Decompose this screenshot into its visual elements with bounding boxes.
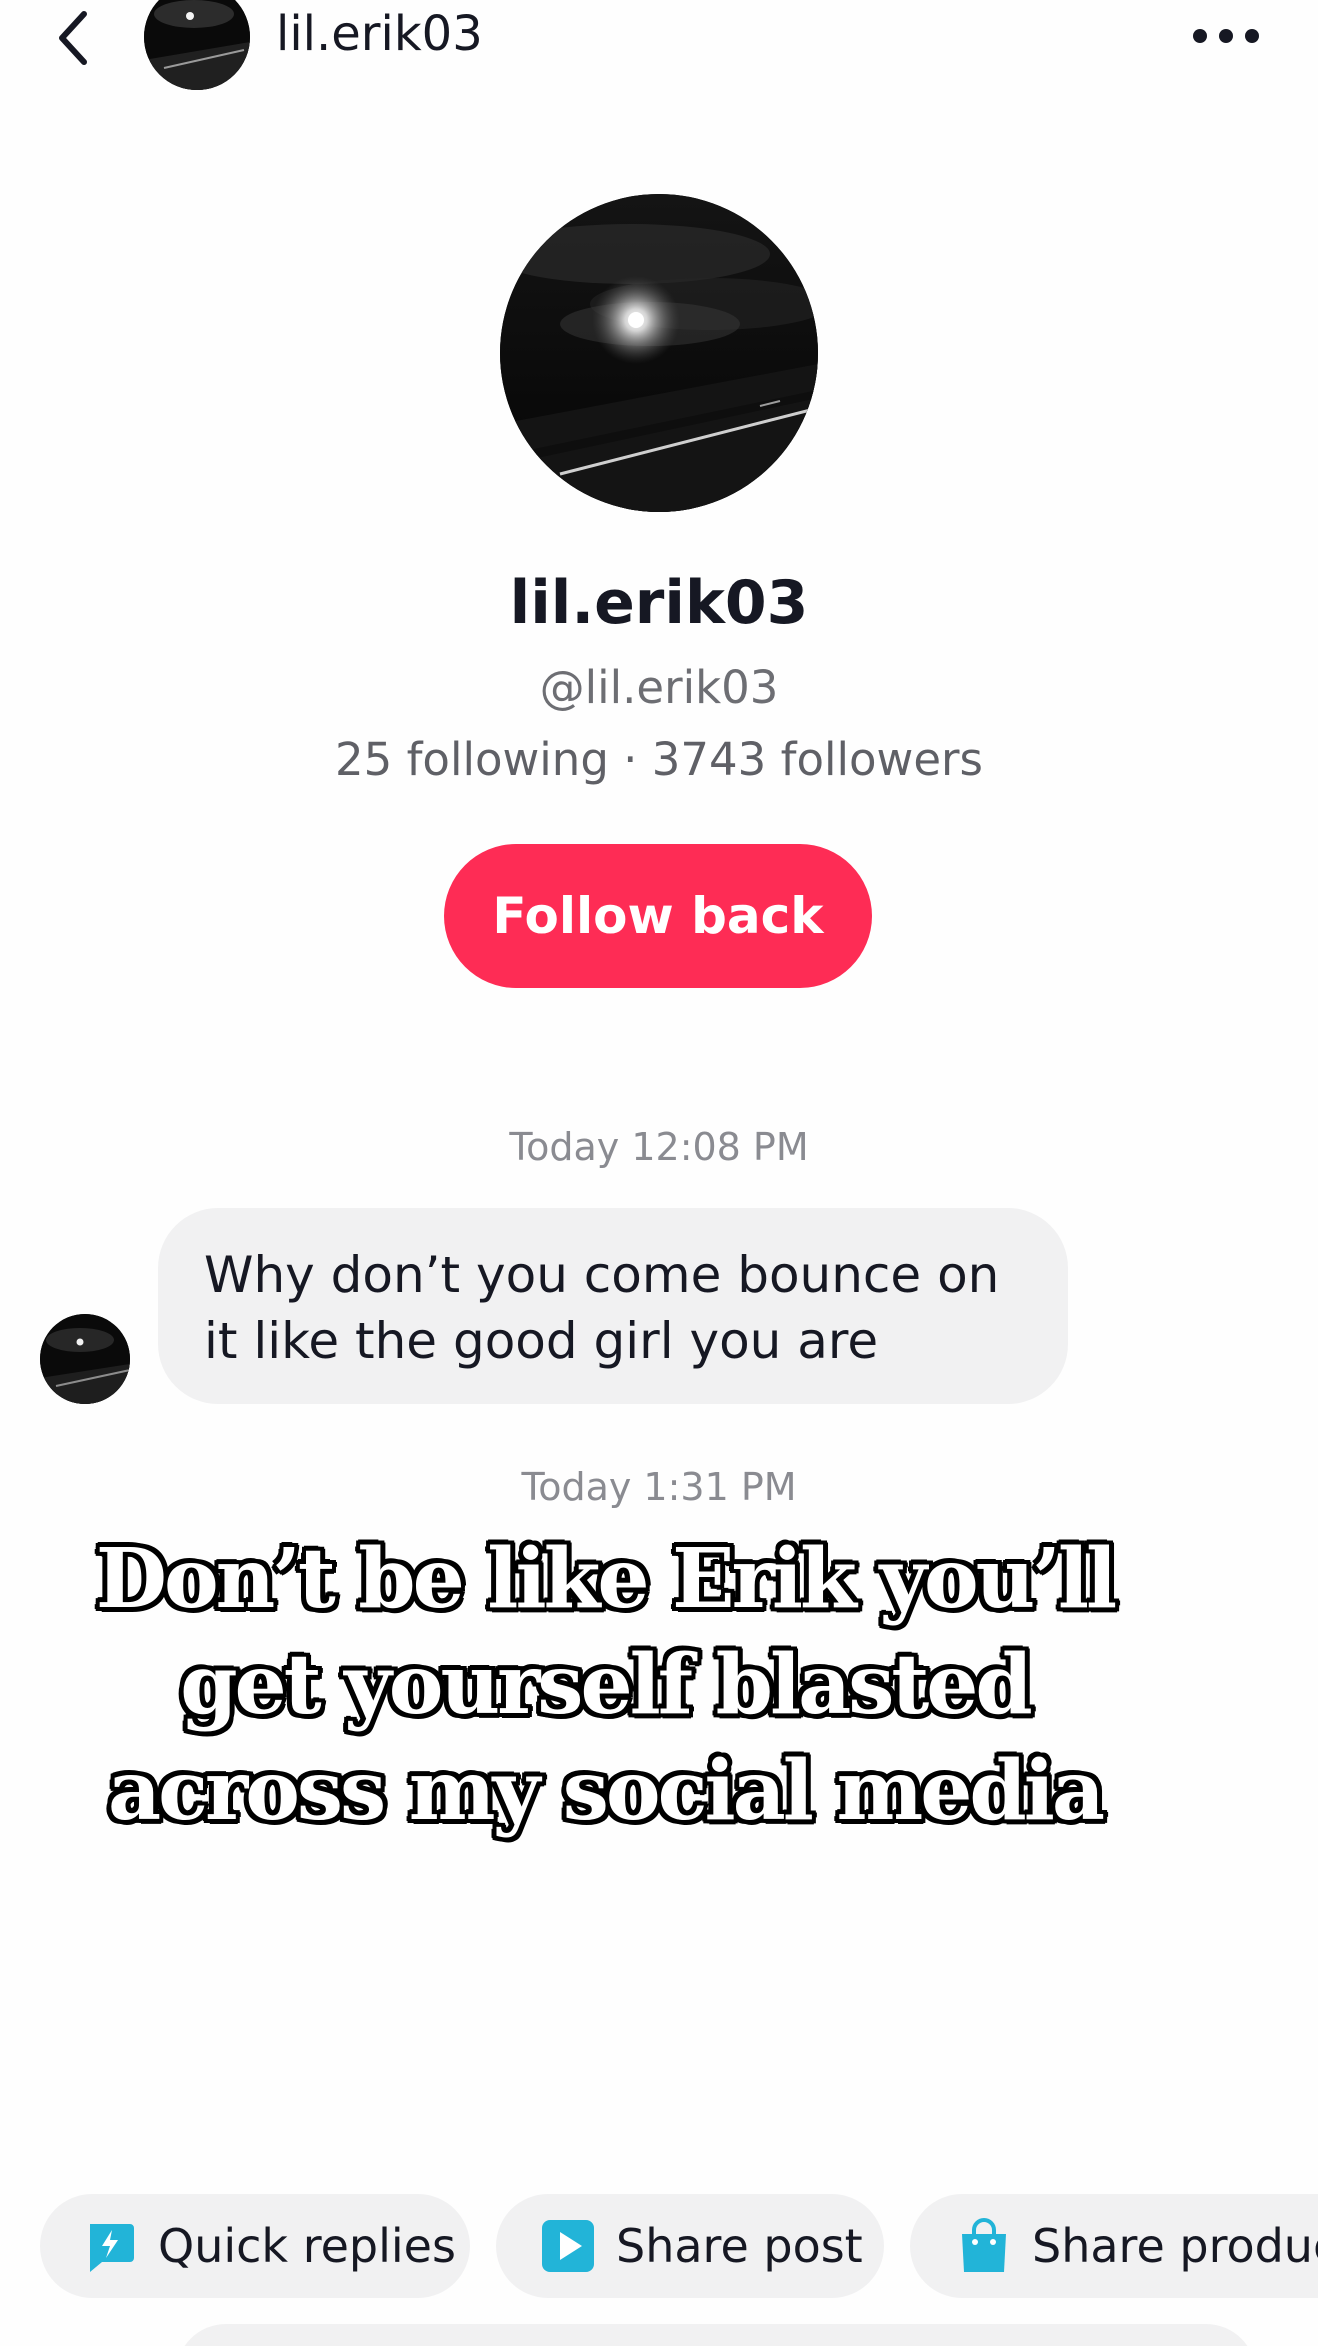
play-square-icon <box>542 2220 594 2272</box>
chat-header: lil.erik03 <box>0 0 1318 90</box>
share-post-chip[interactable]: Share post <box>496 2194 884 2298</box>
profile-handle: @lil.erik03 <box>539 661 779 714</box>
profile-avatar[interactable] <box>500 194 818 512</box>
message-input-bar[interactable] <box>176 2324 1256 2346</box>
profile-display-name: lil.erik03 <box>509 568 809 638</box>
overlay-caption: Don’t be like Erik you’ll get yourself b… <box>95 1531 1117 1839</box>
more-options-icon[interactable] <box>1186 16 1266 56</box>
quick-actions-bar: Quick replies Share post Share product <box>0 2194 1318 2298</box>
share-product-chip[interactable]: Share product <box>910 2194 1318 2298</box>
chip-label: Quick replies <box>158 2219 456 2273</box>
shopping-bag-icon <box>962 2218 1006 2272</box>
message-text: Why don’t you come bounce on it like the… <box>204 1246 1000 1370</box>
message-timestamp: Today 1:31 PM <box>521 1465 797 1509</box>
chip-label: Share post <box>616 2219 863 2273</box>
lightning-chat-icon <box>90 2224 134 2272</box>
received-message-bubble[interactable]: Why don’t you come bounce on it like the… <box>158 1208 1068 1404</box>
back-arrow-icon[interactable] <box>44 6 104 66</box>
header-avatar[interactable] <box>144 0 250 90</box>
profile-stats: 25 following · 3743 followers <box>335 733 983 786</box>
sender-avatar[interactable] <box>40 1314 130 1404</box>
chat-screen: lil.erik03 lil.erik03 @lil.erik03 25 fol… <box>0 0 1318 2346</box>
quick-replies-chip[interactable]: Quick replies <box>40 2194 470 2298</box>
follow-back-button[interactable]: Follow back <box>444 844 872 988</box>
chip-label: Share product <box>1032 2219 1318 2273</box>
header-username[interactable]: lil.erik03 <box>276 2 483 66</box>
message-timestamp: Today 12:08 PM <box>509 1125 809 1169</box>
